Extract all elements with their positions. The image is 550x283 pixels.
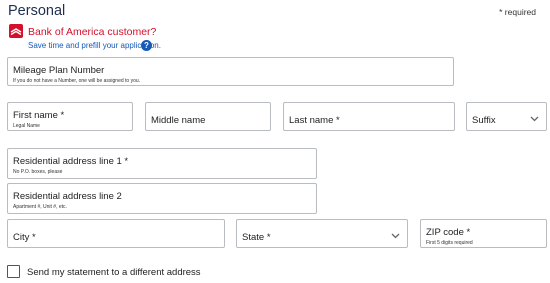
middle-name-label: Middle name [151,115,206,126]
suffix-select[interactable]: Suffix [466,102,547,131]
mileage-plan-number-hint: If you do not have a Number, one will be… [13,78,141,84]
required-note: * required [499,7,536,17]
address-line-1-hint: No P.O. boxes, please [13,169,63,175]
chevron-down-icon [391,233,400,239]
state-label: State * [242,232,271,243]
zip-code-hint: First 5 digits required [426,240,473,246]
first-name-label: First name * [13,110,65,121]
boa-customer-question: Bank of America customer? [28,26,157,38]
different-address-checkbox[interactable] [7,265,20,278]
address-line-2-hint: Apartment #, Unit #, etc. [13,204,67,210]
zip-code-field[interactable]: ZIP code * First 5 digits required [420,219,547,248]
mileage-plan-number-label: Mileage Plan Number [13,65,105,76]
middle-name-field[interactable]: Middle name [145,102,271,131]
chevron-down-icon [530,116,539,122]
bank-of-america-logo-icon [9,24,23,38]
last-name-field[interactable]: Last name * [283,102,455,131]
address-line-2-label: Residential address line 2 [13,191,122,202]
first-name-hint: Legal Name [13,123,40,129]
address-line-1-label: Residential address line 1 * [13,156,129,167]
zip-code-label: ZIP code * [426,227,471,238]
state-select[interactable]: State * [236,219,408,248]
first-name-field[interactable]: First name * Legal Name [7,102,133,131]
mileage-plan-number-field[interactable]: Mileage Plan Number If you do not have a… [7,57,454,86]
residential-address-line-1-field[interactable]: Residential address line 1 * No P.O. box… [7,148,317,179]
residential-address-line-2-field[interactable]: Residential address line 2 Apartment #, … [7,183,317,214]
help-icon[interactable]: ? [141,40,152,51]
city-field[interactable]: City * [7,219,225,248]
city-label: City * [13,232,36,243]
last-name-label: Last name * [289,115,340,126]
section-title: Personal [8,3,66,19]
different-address-checkbox-label[interactable]: Send my statement to a different address [27,267,201,278]
suffix-label: Suffix [472,115,496,126]
